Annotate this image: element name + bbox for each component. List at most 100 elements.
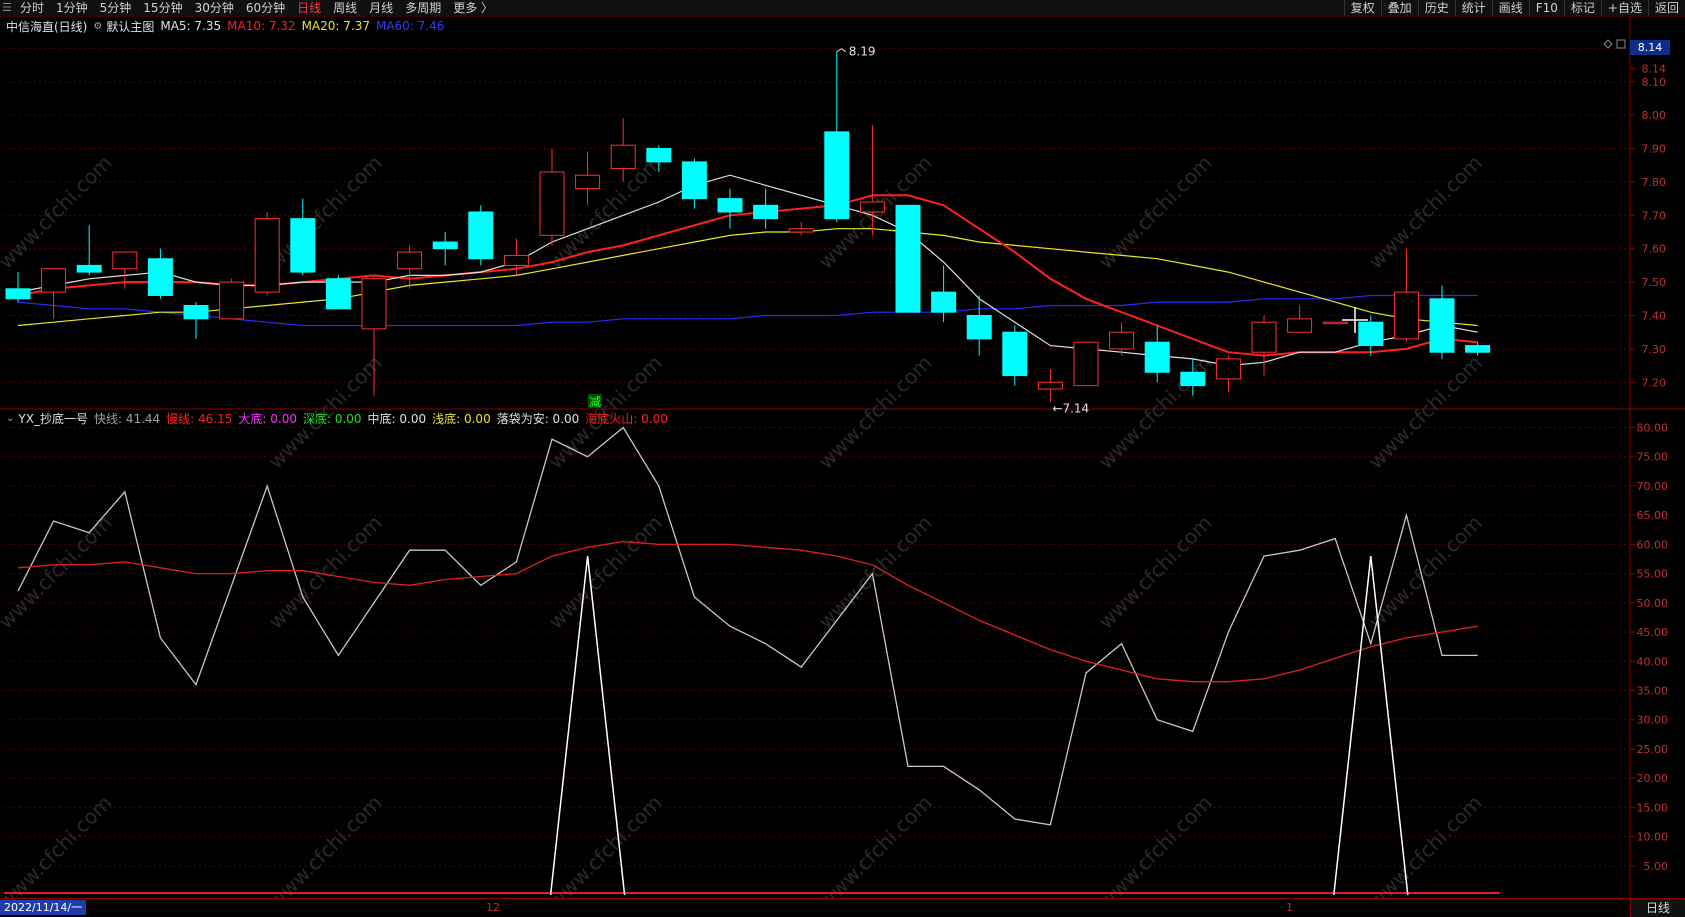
- tool-button-1[interactable]: 叠加: [1380, 0, 1418, 16]
- candle-body: [76, 264, 102, 273]
- shendi-value: 深底: 0.00: [302, 411, 362, 426]
- sub-tick-label: 30.00: [1637, 714, 1669, 727]
- tool-button-3[interactable]: 统计: [1454, 0, 1492, 16]
- candle-body: [1251, 321, 1277, 353]
- period-tab-8[interactable]: 月线: [363, 0, 399, 16]
- period-tab-4[interactable]: 30分钟: [189, 0, 240, 16]
- indicator-name[interactable]: 默认主图: [106, 18, 154, 35]
- main-chart-legend: 中信海直(日线) ⚙ 默认主图 MA5: 7.35 MA10: 7.32 MA2…: [6, 18, 450, 34]
- period-tab-0[interactable]: 分时: [14, 0, 50, 16]
- sub-indicator-name[interactable]: YX_抄底一号: [18, 410, 88, 427]
- candle-body: [468, 211, 494, 260]
- high-marker-arrow: [836, 48, 847, 53]
- candle-body: [966, 315, 992, 340]
- tool-button-2[interactable]: 历史: [1417, 0, 1455, 16]
- period-tab-10[interactable]: 更多 〉: [447, 0, 499, 16]
- sub-tick-label: 60.00: [1637, 538, 1669, 551]
- watermark-text: www.cfchi.com: [1094, 791, 1217, 898]
- square-icon: [1616, 39, 1626, 49]
- candle-body: [788, 228, 814, 233]
- candle-body: [503, 254, 529, 266]
- candle-body: [219, 281, 245, 320]
- cursor-date: 2022/11/14/一: [0, 900, 87, 915]
- period-tab-5[interactable]: 60分钟: [240, 0, 291, 16]
- sub-tick-label: 45.00: [1637, 626, 1669, 639]
- period-tab-7[interactable]: 周线: [327, 0, 363, 16]
- price-tick-label: 7.90: [1642, 143, 1667, 156]
- sub-tick-label: 70.00: [1637, 480, 1669, 493]
- period-indicator[interactable]: 日线: [1630, 899, 1685, 917]
- watermark-text: www.cfchi.com: [0, 511, 117, 634]
- fast-line-value: 快线: 41.44: [93, 411, 161, 426]
- settings-gear-icon[interactable]: ⚙: [93, 21, 102, 32]
- stock-title[interactable]: 中信海直(日线): [6, 18, 87, 35]
- tool-button-5[interactable]: F10: [1528, 0, 1564, 16]
- sub-tick-label: 25.00: [1637, 743, 1669, 756]
- watermark-text: www.cfchi.com: [1364, 151, 1487, 274]
- sub-tick-label: 65.00: [1637, 509, 1669, 522]
- price-tick-label: 7.20: [1642, 376, 1667, 389]
- price-tick-label: 7.70: [1642, 209, 1667, 222]
- ma10-value: MA10: 7.32: [227, 19, 296, 33]
- candle-body: [1465, 345, 1491, 353]
- price-tick-label: 7.40: [1642, 310, 1667, 323]
- sub-tick-label: 20.00: [1637, 772, 1669, 785]
- period-tab-9[interactable]: 多周期: [399, 0, 447, 16]
- price-tick-label: 8.14: [1642, 62, 1667, 75]
- period-tab-6[interactable]: 日线: [291, 0, 327, 16]
- candle-body: [1322, 321, 1348, 325]
- watermark-text: www.cfchi.com: [814, 511, 937, 634]
- price-tick-label: 7.30: [1642, 343, 1667, 356]
- sub-tick-label: 55.00: [1637, 568, 1669, 581]
- watermark-text: www.cfchi.com: [264, 151, 387, 274]
- candle-body: [290, 218, 316, 273]
- candle-body: [5, 288, 31, 300]
- panel-toggle-icon[interactable]: ☰: [0, 0, 14, 16]
- ma20-value: MA20: 7.37: [301, 19, 370, 33]
- candle-body: [859, 201, 885, 213]
- zhongdi-value: 中底: 0.00: [367, 411, 427, 426]
- period-tab-3[interactable]: 15分钟: [137, 0, 188, 16]
- watermark-text: www.cfchi.com: [814, 791, 937, 898]
- candle-body: [681, 161, 707, 200]
- tool-button-8[interactable]: 返回: [1647, 0, 1685, 16]
- tool-button-4[interactable]: 画线: [1491, 0, 1529, 16]
- candle-body: [575, 174, 601, 190]
- candle-body: [1144, 341, 1170, 373]
- kline-chart[interactable]: 8.208.148.108.007.907.807.707.607.507.40…: [0, 17, 1685, 898]
- candle-body: [1037, 381, 1063, 390]
- candle-body: [753, 204, 779, 220]
- sub-tick-label: 10.00: [1637, 831, 1669, 844]
- candle-body: [397, 251, 423, 270]
- candle-body: [1358, 321, 1384, 347]
- candle-body: [1215, 358, 1241, 380]
- candle-body: [610, 144, 636, 170]
- low-marker-label: ←7.14: [1052, 401, 1089, 415]
- luodai-value: 落袋为安: 0.00: [496, 411, 580, 426]
- period-tab-1[interactable]: 1分钟: [50, 0, 94, 16]
- watermark-text: www.cfchi.com: [814, 351, 937, 474]
- ma60-value: MA60: 7.46: [375, 19, 445, 33]
- watermark-text: www.cfchi.com: [1364, 511, 1487, 634]
- collapse-chevron-icon[interactable]: ⌄: [6, 413, 14, 424]
- price-tick-label: 8.00: [1642, 109, 1667, 122]
- tool-button-6[interactable]: 标记: [1563, 0, 1601, 16]
- high-marker-label: 8.19: [849, 45, 876, 59]
- watermark-text: www.cfchi.com: [0, 151, 117, 274]
- period-tab-2[interactable]: 5分钟: [94, 0, 138, 16]
- candle-body: [112, 251, 138, 270]
- month-tick-jan: 1: [1286, 901, 1293, 914]
- tool-button-7[interactable]: +自选: [1600, 0, 1648, 16]
- candle-body: [147, 258, 173, 296]
- price-tick-label: 7.80: [1642, 176, 1667, 189]
- sub-tick-label: 5.00: [1644, 860, 1669, 873]
- watermark-text: www.cfchi.com: [264, 511, 387, 634]
- price-tick-label: 7.60: [1642, 243, 1667, 256]
- slow-line: [17, 540, 1478, 683]
- watermark-text: www.cfchi.com: [1364, 351, 1487, 474]
- tool-button-0[interactable]: 复权: [1343, 0, 1381, 16]
- candle-body: [1287, 318, 1313, 333]
- ma5-value: MA5: 7.35: [160, 19, 222, 33]
- price-tick-label: 8.10: [1642, 76, 1667, 89]
- watermark-text: www.cfchi.com: [544, 511, 667, 634]
